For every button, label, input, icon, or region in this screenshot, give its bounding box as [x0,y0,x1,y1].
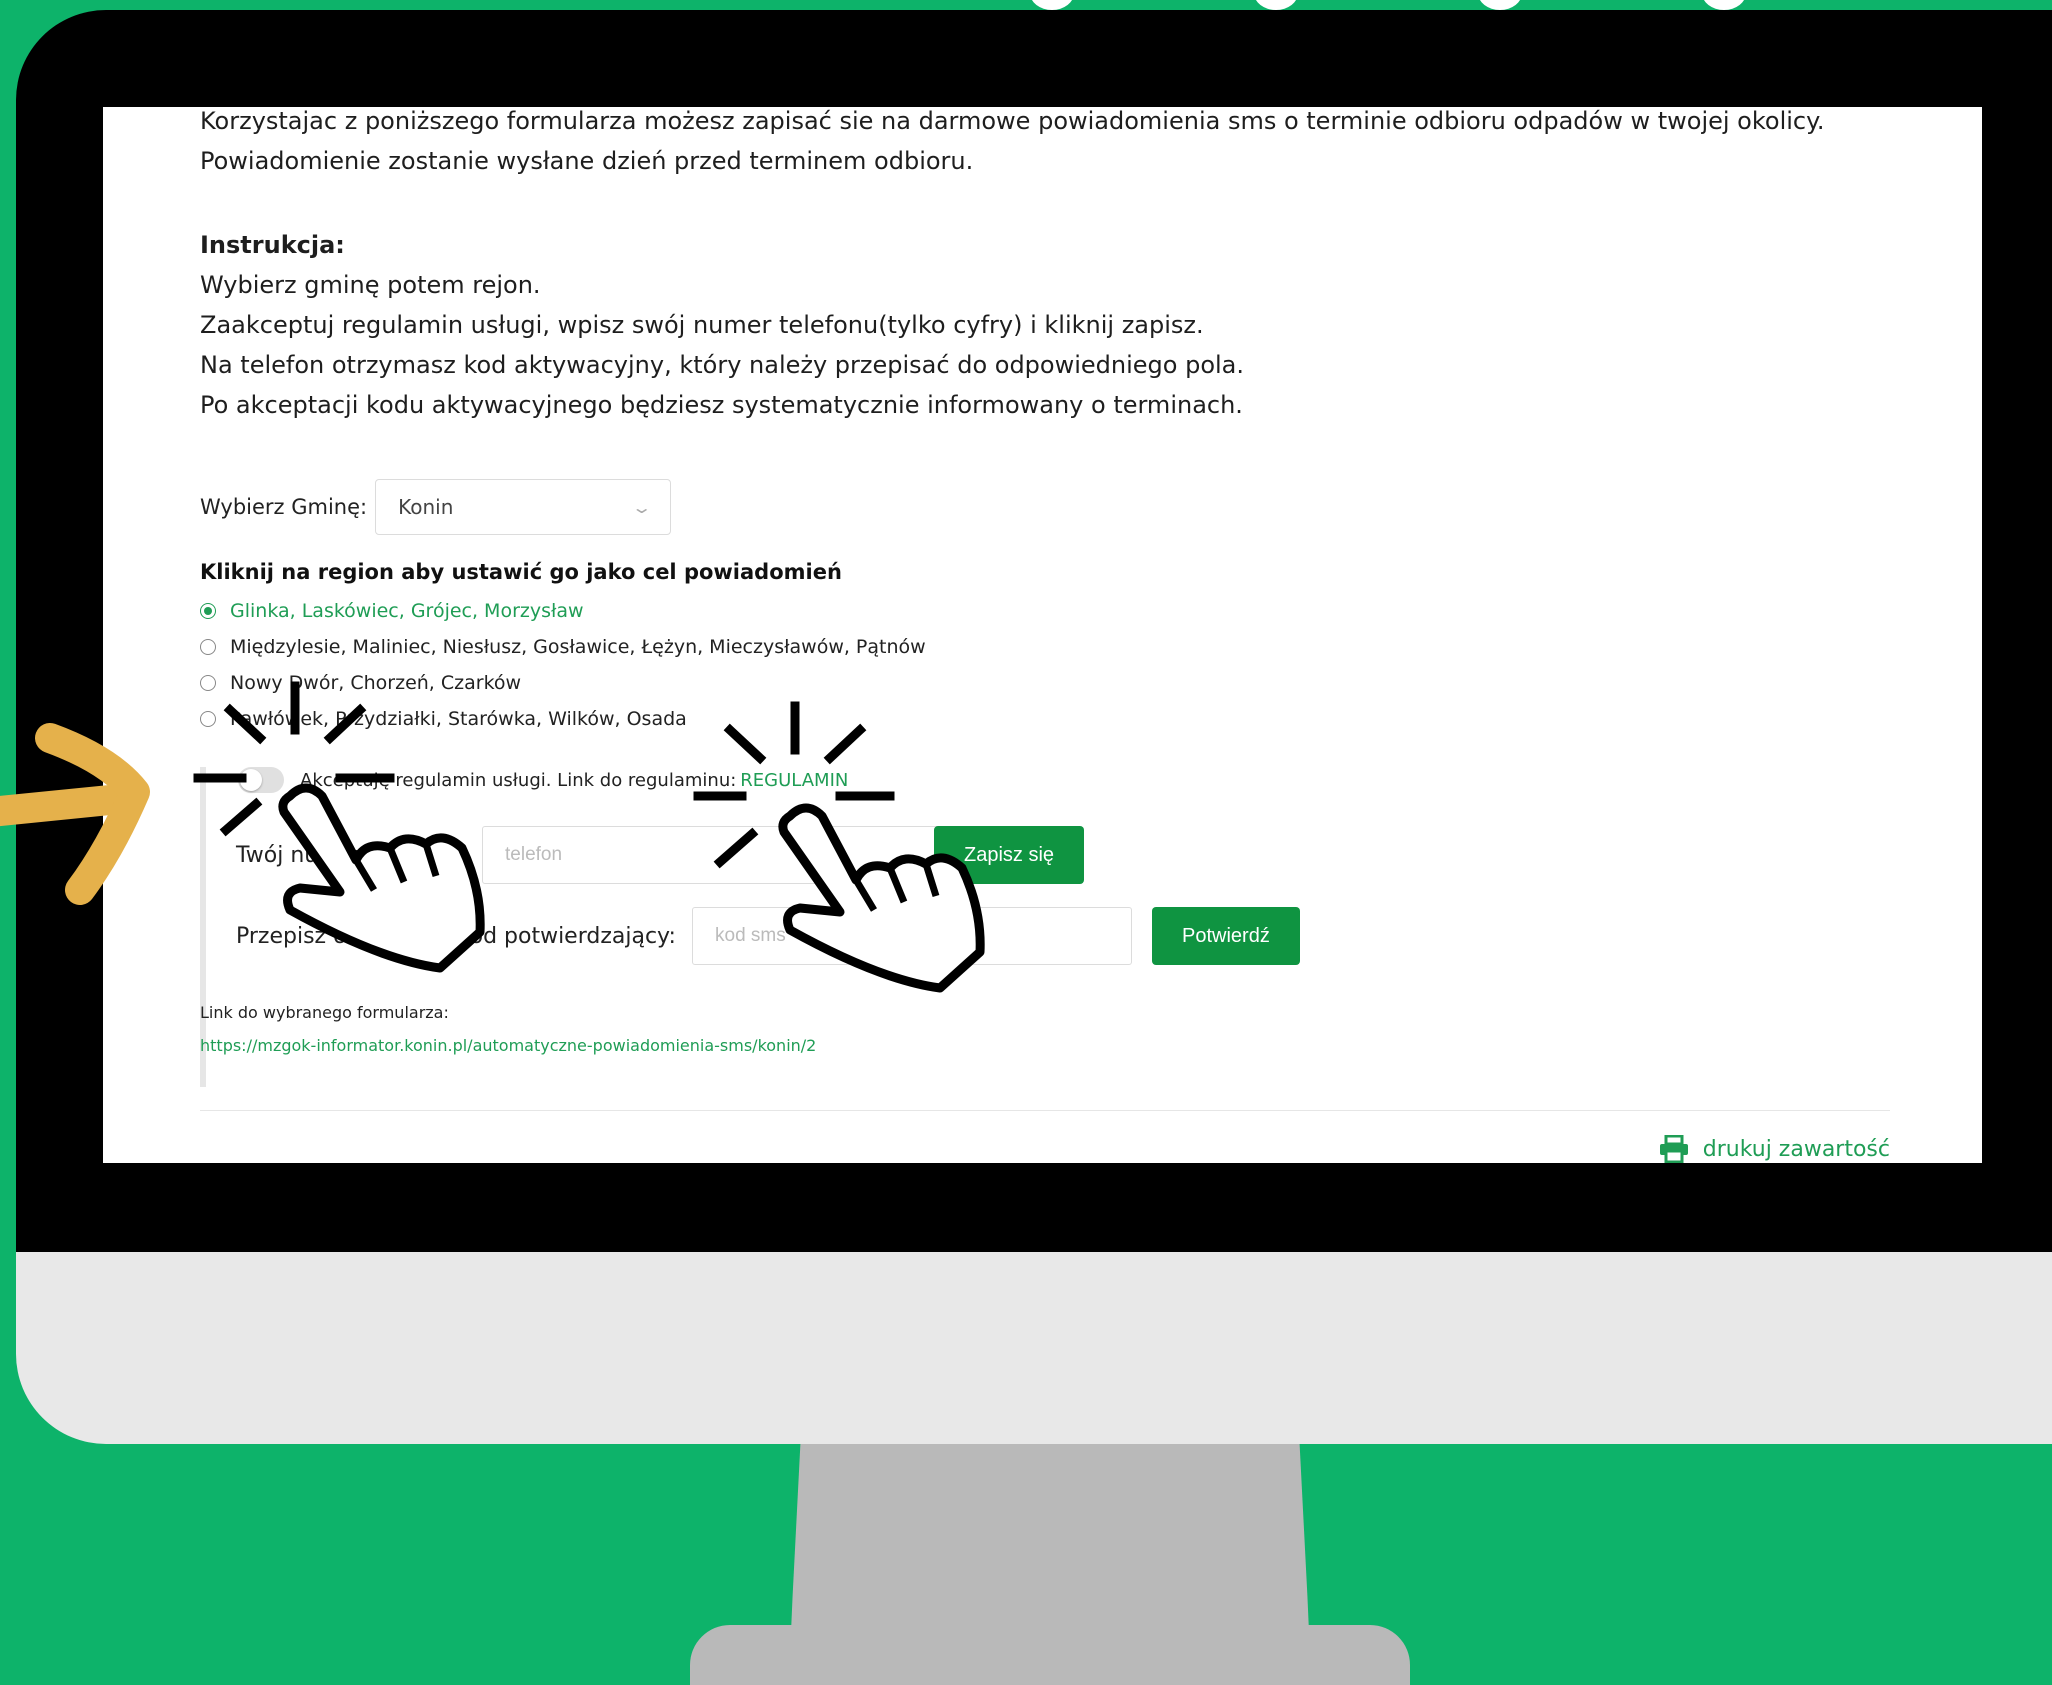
code-row: Przepisz otrzymany kod potwierdzający: P… [236,907,1300,965]
region-option[interactable]: Pawłówek, Przydziałki, Starówka, Wilków,… [200,701,926,737]
monitor-chin [16,1252,2052,1444]
radio-icon[interactable] [200,639,216,655]
radio-icon[interactable] [200,675,216,691]
radio-icon[interactable] [200,711,216,727]
region-option[interactable]: Międzylesie, Maliniec, Niesłusz, Gosławi… [200,629,926,665]
radio-checked-icon[interactable] [200,603,216,619]
region-option[interactable]: Nowy Dwór, Chorzeń, Czarków [200,665,926,701]
sms-code-input[interactable] [692,907,1132,965]
printer-icon [1659,1135,1688,1163]
instruction-step: Zaakceptuj regulamin usługi, wpisz swój … [200,311,1204,339]
divider [200,1110,1890,1111]
region-option[interactable]: Glinka, Laskówiec, Grójec, Morzysław [200,593,926,629]
gmina-label: Wybierz Gminę: [200,495,368,519]
submit-button[interactable]: Zapisz się [934,826,1085,884]
region-title: Kliknij na region aby ustawić go jako ce… [200,560,842,584]
print-button[interactable]: drukuj zawartość [1659,1135,1890,1163]
accept-terms-text: Akceptuję regulamin usługi. Link do regu… [300,769,737,791]
region-list: Glinka, Laskówiec, Grójec, Morzysław Mię… [200,593,926,737]
phone-row: Twój numer: Zapisz się [236,826,1085,884]
instruction-step: Po akceptacji kodu aktywacyjnego będzies… [200,391,1243,419]
intro-line-2: Powiadomienie zostanie wysłane dzień prz… [200,147,974,175]
phone-label: Twój numer: [236,842,370,868]
accept-terms-toggle[interactable] [238,767,284,793]
instruction-step: Wybierz gminę potem rejon. [200,271,541,299]
code-label: Przepisz otrzymany kod potwierdzający: [236,923,676,949]
form-link-url[interactable]: https://mzgok-informator.konin.pl/automa… [200,1036,816,1055]
gmina-select[interactable]: Konin ⌄ [375,479,672,535]
region-label: Międzylesie, Maliniec, Niesłusz, Gosławi… [230,636,926,658]
instructions: Instrukcja: Wybierz gminę potem rejon. Z… [200,225,1890,425]
intro-text: Korzystajac z poniższego formularza może… [200,107,1890,181]
accept-terms-row: Akceptuję regulamin usługi. Link do regu… [238,767,848,793]
phone-input[interactable] [482,826,942,884]
region-label: Glinka, Laskówiec, Grójec, Morzysław [230,600,584,622]
confirm-button[interactable]: Potwierdź [1152,907,1300,965]
instructions-title: Instrukcja: [200,231,345,259]
decorative-dots [1030,0,1746,10]
gmina-selected-value: Konin [398,495,454,519]
region-label: Pawłówek, Przydziałki, Starówka, Wilków,… [230,708,687,730]
region-label: Nowy Dwór, Chorzeń, Czarków [230,672,522,694]
print-label: drukuj zawartość [1702,1136,1890,1162]
chevron-down-icon: ⌄ [630,497,653,517]
form-link-label: Link do wybranego formularza: [200,1003,449,1022]
terms-link[interactable]: REGULAMIN [740,770,848,791]
screen: Korzystajac z poniższego formularza może… [103,107,1982,1163]
monitor-stand-base [690,1625,1410,1685]
intro-line-1: Korzystajac z poniższego formularza może… [200,107,1825,135]
page-content: Korzystajac z poniższego formularza może… [200,107,1890,1163]
instruction-step: Na telefon otrzymasz kod aktywacyjny, kt… [200,351,1244,379]
monitor-stand [790,1444,1310,1655]
gmina-row: Wybierz Gminę: Konin ⌄ [200,479,672,535]
